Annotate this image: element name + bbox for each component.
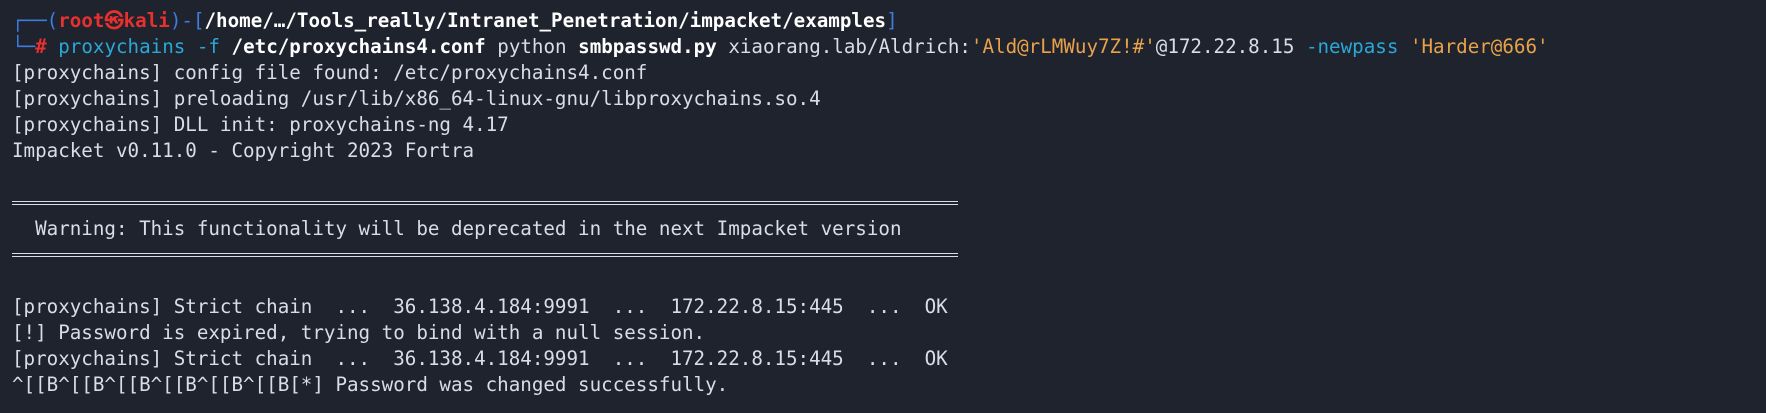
- cmd-newpass: 'Harder@666': [1409, 35, 1549, 58]
- output-line: Impacket v0.11.0 - Copyright 2023 Fortra: [12, 139, 475, 162]
- cmd-flag-f: -f: [196, 35, 220, 58]
- output-line: ^[[B^[[B^[[B^[[B^[[B^[[B[*] Password was…: [12, 373, 729, 396]
- cmd-target-suffix: @172.22.8.15: [1155, 35, 1295, 58]
- output-line: [proxychains] Strict chain ... 36.138.4.…: [12, 347, 948, 370]
- prompt-corner-bottom: └─: [12, 35, 36, 58]
- cmd-flag-newpass: -newpass: [1305, 35, 1399, 58]
- kali-skull-icon: ㉿: [104, 9, 124, 32]
- cmd-conf-path: /etc/proxychains4.conf: [231, 35, 486, 58]
- prompt-hash: #: [35, 35, 47, 58]
- prompt-line: ┌──(root㉿kali)-[/home/…/Tools_really/Int…: [12, 8, 1754, 34]
- prompt-bracket-open: )-[: [169, 9, 205, 32]
- terminal-window[interactable]: ┌──(root㉿kali)-[/home/…/Tools_really/Int…: [0, 0, 1766, 413]
- prompt-bracket-close: ]: [886, 9, 898, 32]
- cmd-python: python: [497, 35, 567, 58]
- separator-top: [12, 190, 1754, 216]
- prompt-host: kali: [123, 9, 170, 32]
- output-line: [proxychains] DLL init: proxychains-ng 4…: [12, 113, 509, 136]
- cmd-target-prefix: xiaorang.lab/Aldrich:: [728, 35, 971, 58]
- double-rule: [12, 201, 958, 205]
- cmd-proxychains: proxychains: [58, 35, 186, 58]
- warning-line: Warning: This functionality will be depr…: [12, 217, 902, 240]
- cmd-password: 'Ald@rLMWuy7Z!#': [970, 35, 1156, 58]
- prompt-corner-top: ┌──(: [12, 9, 59, 32]
- output-line: [proxychains] Strict chain ... 36.138.4.…: [12, 295, 948, 318]
- cmd-script: smbpasswd.py: [578, 35, 717, 58]
- output-line: [proxychains] config file found: /etc/pr…: [12, 61, 648, 84]
- prompt-path: /home/…/Tools_really/Intranet_Penetratio…: [204, 9, 887, 32]
- output-line: [!] Password is expired, trying to bind …: [12, 321, 706, 344]
- separator-bottom: [12, 242, 1754, 268]
- command-line[interactable]: └─# proxychains -f /etc/proxychains4.con…: [12, 34, 1754, 60]
- output-line: [proxychains] preloading /usr/lib/x86_64…: [12, 87, 821, 110]
- double-rule: [12, 253, 958, 257]
- prompt-user: root: [58, 9, 105, 32]
